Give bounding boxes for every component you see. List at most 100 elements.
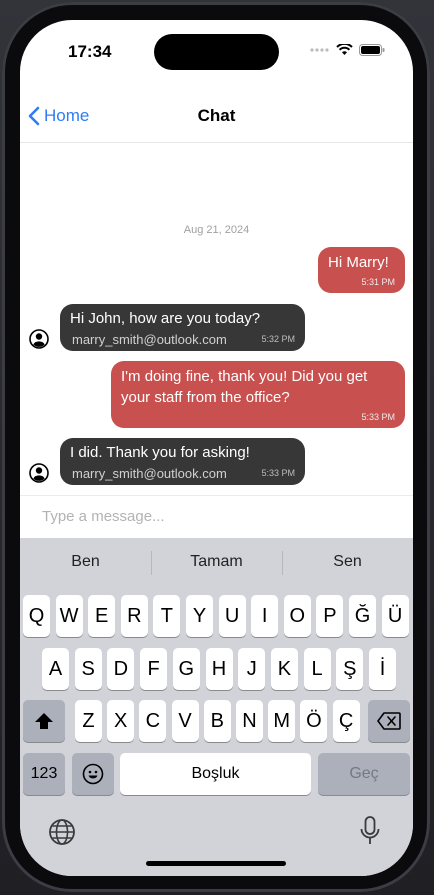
key-o[interactable]: O bbox=[283, 595, 311, 637]
key-label: D bbox=[113, 657, 129, 680]
message-text: I did. Thank you for asking! bbox=[70, 444, 250, 461]
keyboard: Ben Tamam Sen QWERTYUIOPĞÜ ASDFGHJKLŞİ Z… bbox=[20, 538, 413, 876]
key-label: İ bbox=[379, 657, 386, 680]
message-input[interactable]: Type a message... bbox=[20, 495, 413, 539]
avatar-icon bbox=[29, 463, 49, 483]
page-title: Chat bbox=[197, 106, 236, 125]
key-label: W bbox=[59, 604, 79, 627]
key-x[interactable]: X bbox=[107, 700, 135, 742]
key-label: K bbox=[277, 657, 292, 680]
backspace-icon bbox=[377, 712, 401, 730]
key-label: F bbox=[147, 657, 160, 680]
message-text: I'm doing fine, thank you! Did you get y… bbox=[121, 368, 368, 406]
message-time: 5:33 PM bbox=[361, 412, 395, 422]
key-label: Y bbox=[192, 604, 207, 627]
status-bar: 17:34 bbox=[20, 20, 413, 80]
message-time: 5:33 PM bbox=[261, 468, 295, 478]
key-t[interactable]: T bbox=[153, 595, 181, 637]
emoji-icon bbox=[82, 763, 104, 785]
battery-icon bbox=[359, 44, 385, 56]
key-label: J bbox=[246, 657, 257, 680]
key-z[interactable]: Z bbox=[75, 700, 102, 742]
key-label: E bbox=[95, 604, 109, 627]
key-b[interactable]: B bbox=[203, 700, 231, 742]
key-label: V bbox=[178, 709, 192, 732]
key-r[interactable]: R bbox=[120, 595, 148, 637]
key-label: B bbox=[210, 709, 224, 732]
key-label: C bbox=[145, 709, 161, 732]
message-bubble-outgoing[interactable]: Hi Marry! 5:31 PM bbox=[318, 247, 405, 293]
key-q[interactable]: Q bbox=[23, 595, 50, 637]
key-ç[interactable]: Ç bbox=[332, 700, 360, 742]
key-p[interactable]: P bbox=[316, 595, 344, 637]
key-label: H bbox=[211, 657, 227, 680]
key-k[interactable]: K bbox=[270, 648, 298, 690]
key-label: N bbox=[242, 709, 257, 732]
key-ğ[interactable]: Ğ bbox=[349, 595, 376, 637]
shift-key[interactable] bbox=[23, 700, 65, 742]
key-label: Ü bbox=[387, 604, 403, 627]
key-label: G bbox=[178, 657, 195, 680]
key-label: R bbox=[127, 604, 142, 627]
message-bubble-incoming[interactable]: I did. Thank you for asking! marry_smith… bbox=[60, 438, 305, 485]
key-label: Q bbox=[28, 604, 45, 627]
numbers-key-label: 123 bbox=[30, 765, 58, 782]
key-ü[interactable]: Ü bbox=[381, 595, 409, 637]
globe-button[interactable] bbox=[48, 818, 78, 848]
key-y[interactable]: Y bbox=[186, 595, 213, 637]
key-label: Z bbox=[82, 709, 95, 732]
key-label: Ş bbox=[343, 657, 357, 680]
return-key[interactable]: Geç bbox=[318, 753, 410, 795]
key-a[interactable]: A bbox=[42, 648, 69, 690]
key-i[interactable]: I bbox=[251, 595, 279, 637]
date-separator: Aug 21, 2024 bbox=[183, 224, 250, 236]
key-s[interactable]: S bbox=[74, 648, 102, 690]
return-key-label: Geç bbox=[349, 765, 379, 782]
key-w[interactable]: W bbox=[55, 595, 83, 637]
home-indicator bbox=[146, 861, 286, 866]
key-ş[interactable]: Ş bbox=[336, 648, 364, 690]
key-h[interactable]: H bbox=[205, 648, 233, 690]
key-label: O bbox=[289, 604, 306, 627]
key-j[interactable]: J bbox=[238, 648, 266, 690]
key-i̇[interactable]: İ bbox=[369, 648, 396, 690]
suggestion-item[interactable]: Tamam bbox=[151, 538, 282, 586]
status-time: 17:34 bbox=[68, 42, 112, 61]
key-label: Ö bbox=[306, 709, 322, 732]
phone-screen: 17:34 Home Chat Aug 21, 2024 Hi Marry! 5… bbox=[20, 20, 413, 876]
emoji-key[interactable] bbox=[72, 753, 114, 795]
message-bubble-incoming[interactable]: Hi John, how are you today? marry_smith@… bbox=[60, 304, 305, 351]
message-time: 5:31 PM bbox=[361, 277, 395, 287]
key-ö[interactable]: Ö bbox=[300, 700, 328, 742]
numbers-key[interactable]: 123 bbox=[23, 753, 65, 795]
message-bubble-outgoing[interactable]: I'm doing fine, thank you! Did you get y… bbox=[111, 361, 405, 428]
key-c[interactable]: C bbox=[139, 700, 167, 742]
key-label: T bbox=[160, 604, 173, 627]
key-label: I bbox=[261, 604, 268, 627]
wifi-icon bbox=[336, 44, 353, 55]
suggestion-item[interactable]: Sen bbox=[282, 538, 413, 586]
key-label: U bbox=[224, 604, 240, 627]
key-label: Ç bbox=[338, 709, 354, 732]
message-sender: marry_smith@outlook.com bbox=[72, 466, 227, 481]
key-label: S bbox=[81, 657, 95, 680]
key-u[interactable]: U bbox=[218, 595, 246, 637]
message-input-placeholder: Type a message... bbox=[42, 508, 165, 525]
microphone-button[interactable] bbox=[359, 816, 383, 848]
key-g[interactable]: G bbox=[172, 648, 200, 690]
message-text: Hi Marry! bbox=[328, 254, 389, 271]
key-n[interactable]: N bbox=[236, 700, 263, 742]
key-label: A bbox=[48, 657, 63, 680]
key-d[interactable]: D bbox=[107, 648, 135, 690]
suggestion-item[interactable]: Ben bbox=[20, 538, 151, 586]
key-f[interactable]: F bbox=[140, 648, 168, 690]
key-e[interactable]: E bbox=[88, 595, 116, 637]
key-m[interactable]: M bbox=[268, 700, 296, 742]
microphone-icon bbox=[360, 816, 380, 844]
key-l[interactable]: L bbox=[303, 648, 331, 690]
signal-icon bbox=[310, 48, 329, 52]
key-v[interactable]: V bbox=[171, 700, 199, 742]
space-key[interactable]: Boşluk bbox=[120, 753, 311, 795]
delete-key[interactable] bbox=[368, 700, 410, 742]
key-label: M bbox=[273, 709, 291, 732]
